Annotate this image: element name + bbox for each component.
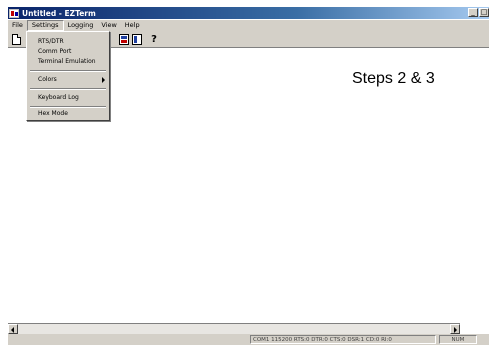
menu-logging[interactable]: Logging [64,20,98,31]
menu-item-rts-dtr[interactable]: RTS/DTR [38,38,64,45]
menu-item-colors[interactable]: Colors [38,76,57,83]
scroll-left-icon[interactable] [8,324,18,334]
menu-item-terminal-emulation[interactable]: Terminal Emulation [38,58,96,65]
menu-separator [30,88,106,90]
menu-file[interactable]: File [8,20,27,31]
menu-separator [30,106,106,108]
steps-annotation: Steps 2 & 3 [352,70,435,87]
status-bar: COM1 115200 RTS:0 DTR:0 CTS:0 DSR:1 CD:0… [8,334,489,345]
submenu-arrow-icon [102,77,105,83]
num-lock-indicator: NUM [439,335,477,344]
menu-separator [30,70,106,72]
connection-status: COM1 115200 RTS:0 DTR:0 CTS:0 DSR:1 CD:0… [250,335,436,344]
settings-dropdown-menu: RTS/DTR Comm Port Terminal Emulation Col… [26,31,110,121]
horizontal-scrollbar[interactable] [8,323,460,334]
menu-view[interactable]: View [97,20,120,31]
terminal-icon[interactable] [119,34,129,45]
menu-bar: File Settings Logging View Help [8,20,489,31]
help-icon[interactable]: ? [149,34,159,45]
menu-item-keyboard-log[interactable]: Keyboard Log [38,94,79,101]
panel-icon[interactable] [132,34,142,45]
title-bar: Untitled - EZTerm _ □ [8,7,489,19]
window-controls: _ □ [468,8,489,17]
menu-settings[interactable]: Settings [26,20,64,31]
menu-item-hex-mode[interactable]: Hex Mode [38,110,68,117]
menu-help[interactable]: Help [121,20,144,31]
menu-item-comm-port[interactable]: Comm Port [38,48,71,55]
new-document-icon[interactable] [12,34,21,45]
maximize-button[interactable]: □ [479,8,489,17]
scroll-right-icon[interactable] [450,324,460,334]
ezterm-app-icon[interactable] [9,8,19,18]
window-title: Untitled - EZTerm [22,8,96,18]
minimize-button[interactable]: _ [468,8,478,17]
